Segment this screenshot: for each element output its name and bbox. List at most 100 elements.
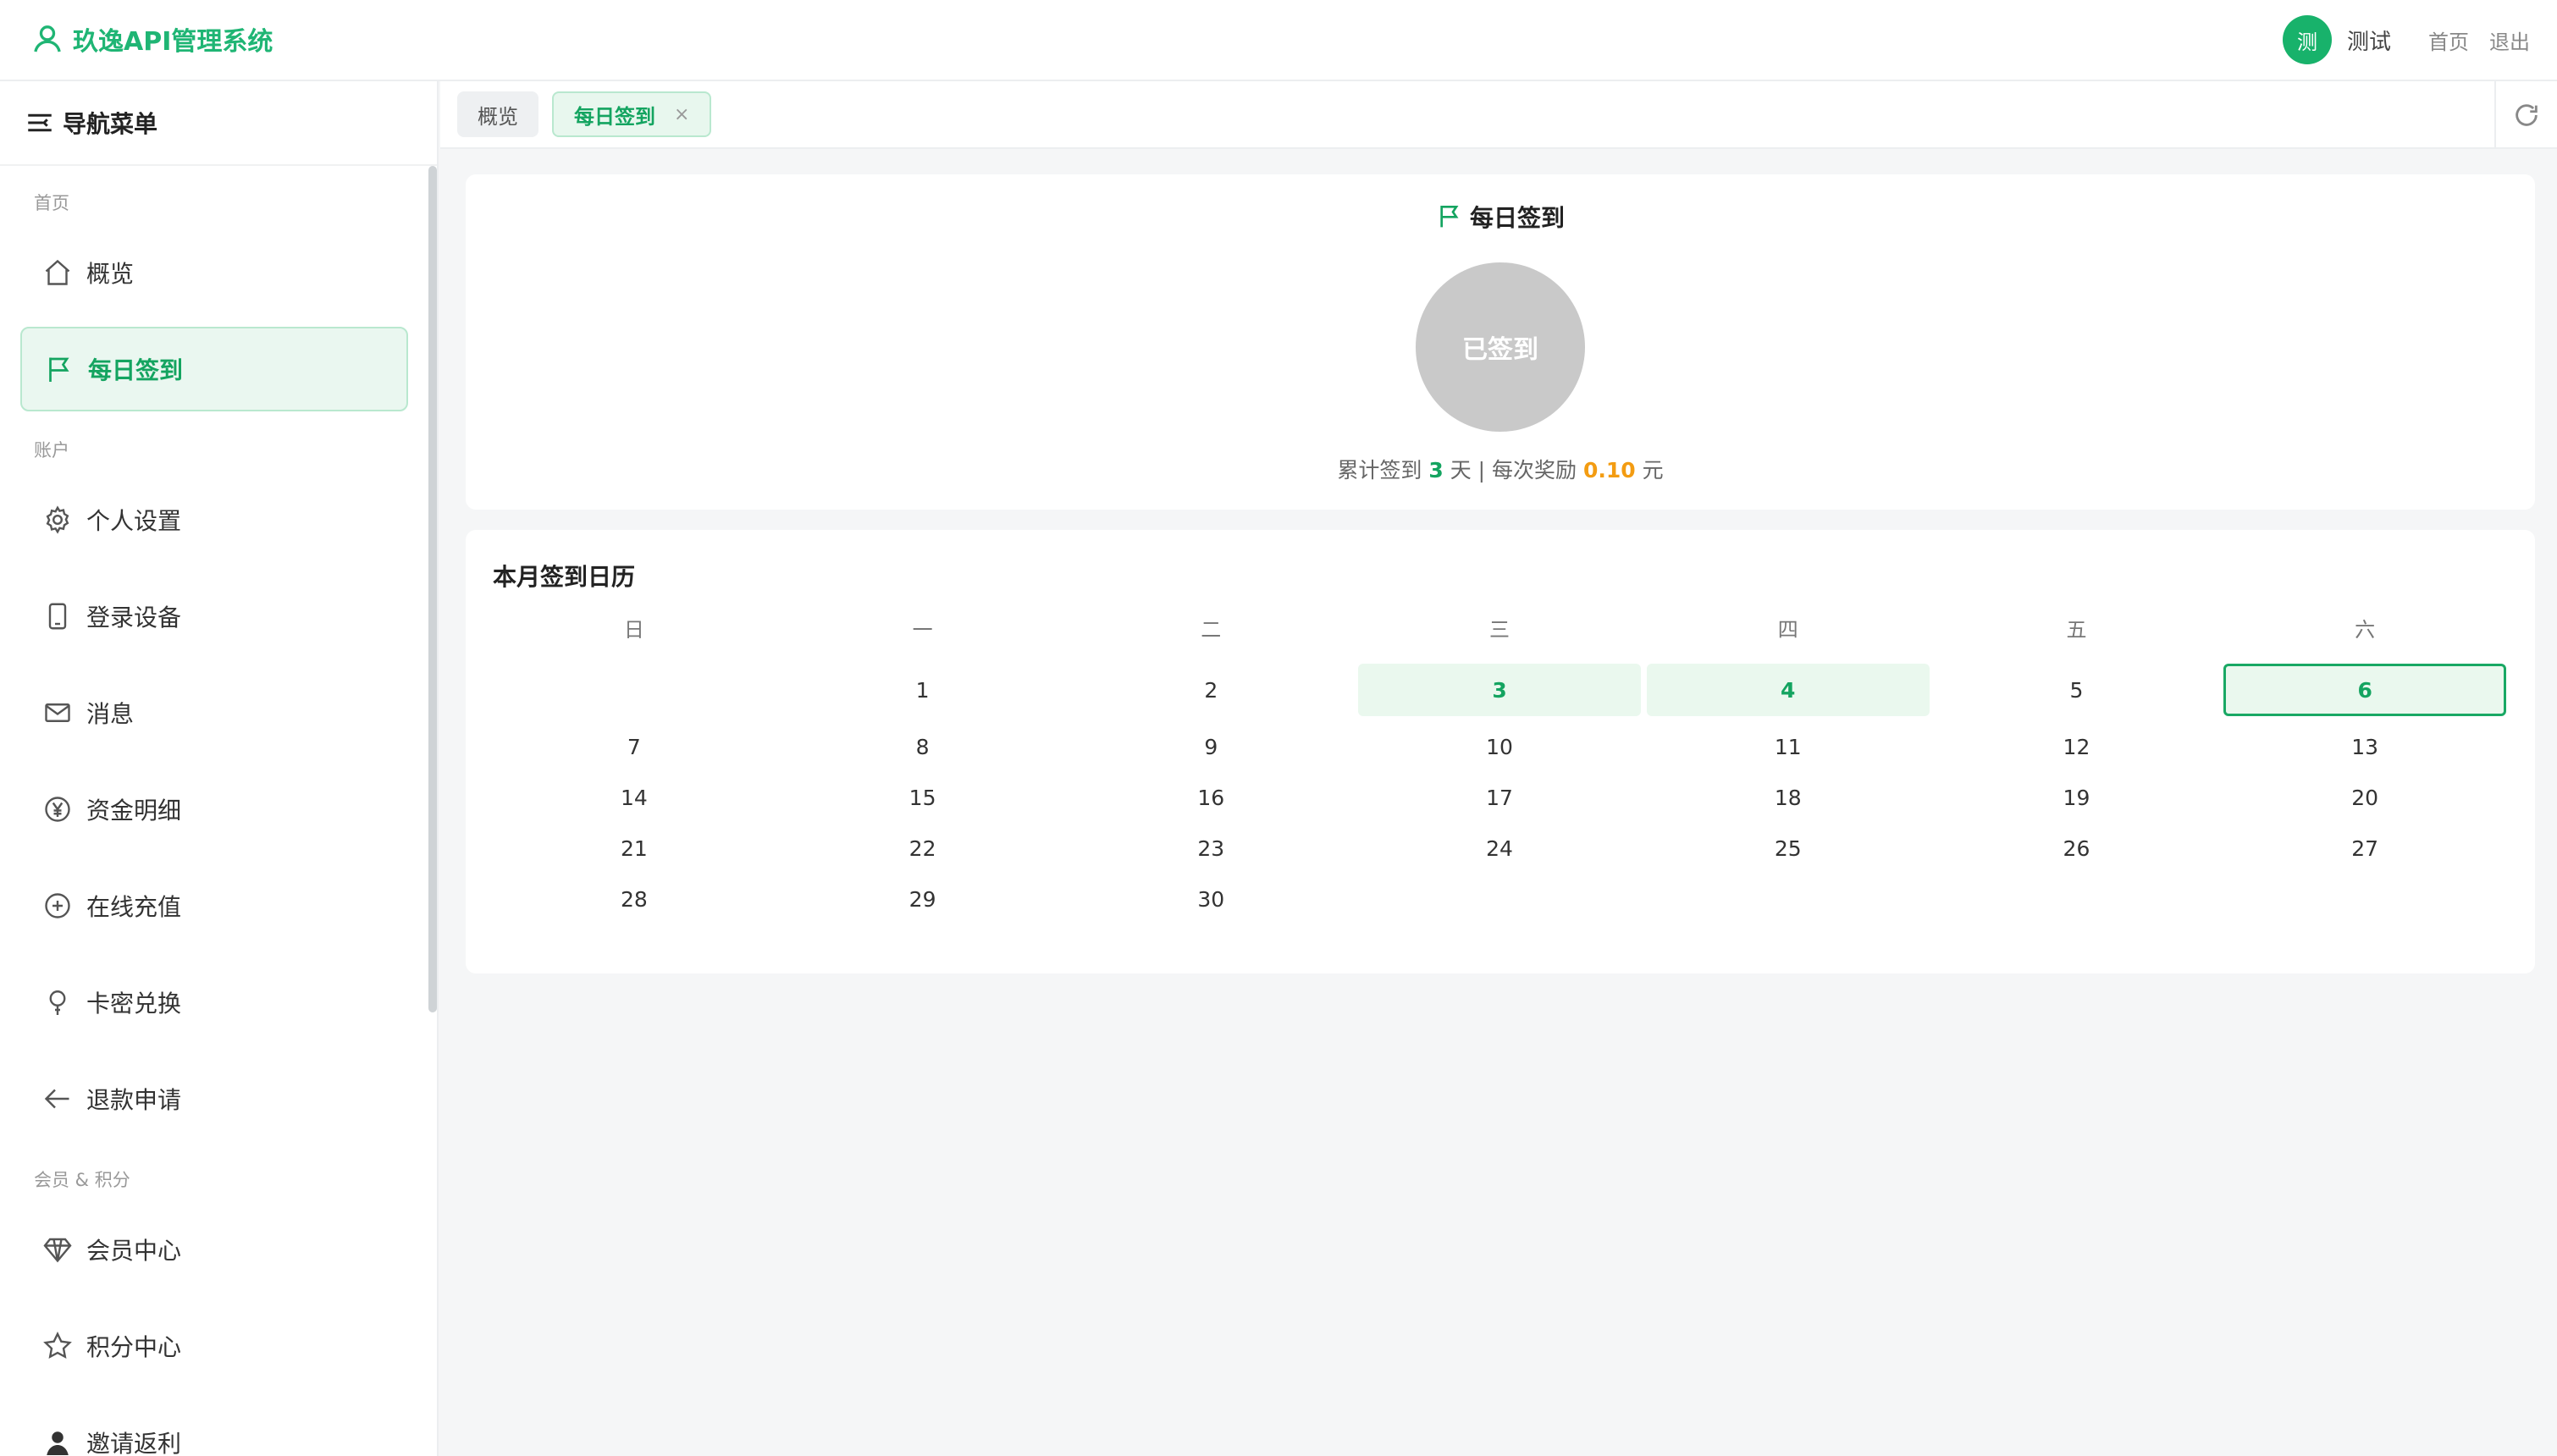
calendar-day: 10 [1486, 734, 1513, 759]
gear-icon [46, 505, 69, 534]
sidebar: 导航菜单 首页 概览 每日签到 账户 个人设置 登录设备 消息 资金明细 在线充… [0, 81, 439, 1456]
calendar-empty-cell [1647, 874, 1930, 924]
calendar-weekday: 二 [1201, 617, 1222, 642]
flag-icon [1440, 206, 1459, 228]
reward-amount: 0.10 [1582, 458, 1636, 483]
stats-mid: 天 | 每次奖励 [1450, 458, 1577, 483]
calendar-week-row: 28 29 30 [493, 874, 2506, 924]
section-label-member: 会员 & 积分 [34, 1170, 130, 1190]
calendar-day: 22 [908, 836, 936, 861]
calendar-day: 25 [1774, 836, 1802, 861]
sidebar-item-messages[interactable]: 消息 [20, 670, 408, 755]
user-area: 测 测试 首页 退出 [2282, 14, 2530, 66]
sidebar-item-label: 积分中心 [86, 1333, 182, 1361]
calendar-card: 本月签到日历 日一二三四五六 1 2 3 4 5 6 7 8 9 10 11 12 13 14 15 16 17 1… [466, 530, 2535, 973]
calendar-day: 15 [908, 785, 936, 810]
section-label-home: 首页 [34, 193, 69, 213]
sidebar-item-label: 消息 [86, 700, 135, 728]
sidebar-item-member-center[interactable]: 会员中心 [20, 1207, 408, 1292]
home-link[interactable]: 首页 [2428, 25, 2469, 55]
calendar-day: 11 [1774, 734, 1802, 759]
sidebar-item-refund[interactable]: 退款申请 [20, 1056, 408, 1141]
calendar-day: 20 [2351, 785, 2379, 810]
calendar-day: 8 [915, 734, 930, 759]
sidebar-item-devices[interactable]: 登录设备 [20, 574, 408, 659]
sidebar-item-points-center[interactable]: 积分中心 [20, 1304, 408, 1388]
calendar-week-row: 1 2 34 5 6 [493, 657, 2507, 721]
sidebar-item-settings[interactable]: 个人设置 [20, 477, 408, 562]
sidebar-item-card-redeem[interactable]: 卡密兑换 [20, 960, 408, 1045]
calendar-day: 17 [1486, 785, 1513, 810]
calendar-grid: 日一二三四五六 1 2 3 4 5 6 7 8 9 10 11 12 13 14 15 16 17 18 19 20 21… [493, 598, 2507, 924]
calendar-day: 26 [2063, 836, 2090, 861]
refresh-button[interactable] [2494, 81, 2557, 149]
logout-link[interactable]: 退出 [2489, 25, 2530, 55]
mail-icon [45, 703, 70, 722]
plus-circle-icon [45, 893, 70, 918]
signin-card: 每日签到 已签到 累计签到 3 天 | 每次奖励 0.10 元 [466, 174, 2535, 510]
calendar-day: 2 [1204, 677, 1218, 703]
calendar-day: 1 [915, 677, 930, 703]
diamond-icon [43, 1238, 72, 1263]
calendar-weekday: 六 [2355, 617, 2376, 642]
yen-icon [45, 797, 70, 822]
calendar-week-row: 14 15 16 17 18 19 20 [493, 772, 2506, 823]
arrow-left-icon [44, 1089, 69, 1109]
calendar-title: 本月签到日历 [493, 563, 636, 591]
calendar-week-row: 21 22 23 24 25 26 27 [493, 823, 2506, 874]
bulb-icon [49, 990, 66, 1015]
calendar-day: 24 [1486, 836, 1513, 861]
calendar-empty-cell [2223, 874, 2506, 924]
avatar[interactable]: 测 [2282, 15, 2332, 64]
sidebar-item-label: 退款申请 [86, 1086, 182, 1114]
sidebar-item-daily-signin[interactable]: 每日签到 [20, 327, 408, 411]
tabs-bar: 概览 每日签到 × [440, 81, 2557, 149]
tab-label: 每日签到 [574, 104, 655, 129]
signin-title-text: 每日签到 [1469, 204, 1565, 232]
signin-button[interactable]: 已签到 [1416, 262, 1585, 432]
sidebar-item-label: 卡密兑换 [86, 990, 182, 1018]
calendar-day: 19 [2063, 785, 2090, 810]
nav-heading: 导航菜单 [63, 110, 158, 138]
tab-label: 概览 [478, 104, 518, 129]
menu-collapse-icon[interactable] [27, 112, 52, 134]
flag-icon [49, 357, 69, 382]
sidebar-item-label: 资金明细 [86, 797, 182, 825]
calendar-empty-cell [493, 664, 776, 716]
calendar-day: 13 [2351, 734, 2379, 759]
tab-daily-signin[interactable]: 每日签到 × [552, 91, 712, 137]
calendar-day: 29 [908, 886, 936, 912]
calendar-day: 14 [620, 785, 648, 810]
sidebar-item-label: 邀请返利 [86, 1430, 182, 1456]
calendar-day: 27 [2351, 836, 2379, 861]
app-title: 玖逸API管理系统 [73, 27, 273, 57]
tab-overview[interactable]: 概览 [457, 91, 538, 137]
calendar-empty-cell [1936, 874, 2218, 924]
refresh-icon [2516, 104, 2538, 126]
sidebar-item-label: 在线充值 [86, 893, 182, 921]
sidebar-item-overview[interactable]: 概览 [20, 230, 408, 315]
sidebar-scrollbar[interactable] [428, 166, 437, 1012]
sidebar-item-label: 概览 [86, 260, 135, 288]
calendar-day: 23 [1197, 836, 1225, 861]
calendar-weekday: 三 [1489, 617, 1510, 642]
top-bar: 玖逸API管理系统 测 测试 首页 退出 [0, 0, 2557, 81]
brand[interactable]: 玖逸API管理系统 [30, 19, 273, 59]
calendar-week-row: 7 8 9 10 11 12 13 [493, 721, 2506, 772]
nav-header[interactable]: 导航菜单 [0, 81, 437, 166]
total-days: 3 [1428, 458, 1444, 483]
sidebar-item-label: 个人设置 [86, 507, 182, 535]
user-outline-icon [34, 25, 61, 52]
calendar-day: 21 [620, 836, 648, 861]
calendar-day: 16 [1197, 785, 1225, 810]
sidebar-item-recharge[interactable]: 在线充值 [20, 863, 408, 948]
sidebar-item-invite[interactable]: 邀请返利 [20, 1400, 408, 1456]
sidebar-item-funds[interactable]: 资金明细 [20, 767, 408, 852]
section-label-account: 账户 [34, 440, 69, 461]
phone-icon [48, 603, 67, 630]
calendar-day: 7 [627, 734, 641, 759]
calendar-day: 4 [1646, 664, 1930, 716]
user-name[interactable]: 测试 [2347, 25, 2391, 56]
close-icon[interactable]: × [674, 104, 689, 125]
sidebar-item-label: 登录设备 [86, 604, 182, 631]
